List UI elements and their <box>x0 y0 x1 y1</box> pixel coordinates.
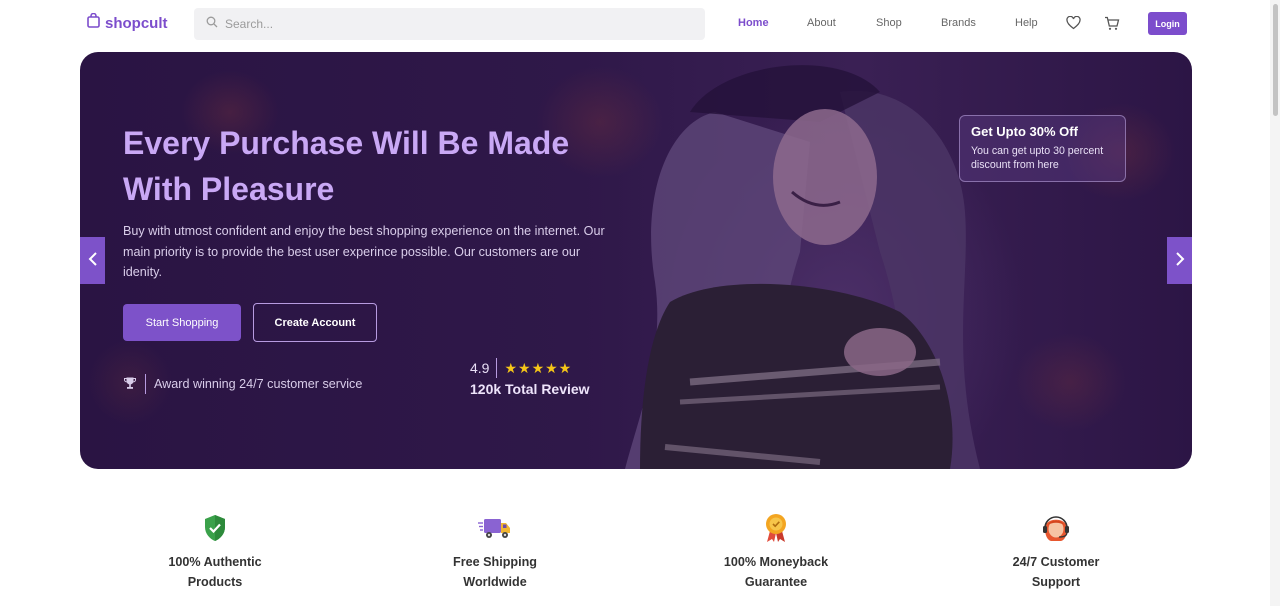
heart-icon[interactable] <box>1064 14 1082 32</box>
cart-icon[interactable] <box>1103 14 1121 32</box>
trophy-icon <box>123 376 137 393</box>
rating-summary: 4.9 ★★★★★ 120k Total Review <box>470 358 590 397</box>
feature-authentic: 100% Authentic Products <box>105 511 325 592</box>
feature-label-line2: Support <box>1031 574 1081 589</box>
start-shopping-button[interactable]: Start Shopping <box>123 304 241 341</box>
medal-icon <box>759 511 793 545</box>
scrollbar-thumb[interactable] <box>1273 4 1278 116</box>
brand-name: shopcult <box>105 14 168 32</box>
nav-brands-link[interactable]: Brands <box>941 17 976 29</box>
rating-total: 120k Total Review <box>470 381 590 397</box>
divider <box>496 358 498 378</box>
feature-label-line2: Worldwide <box>463 574 527 589</box>
chevron-right-icon <box>1175 251 1185 270</box>
feature-label-line1: 100% Moneyback <box>723 555 829 569</box>
search-input[interactable] <box>225 17 665 31</box>
feature-label-line2: Products <box>187 574 243 589</box>
feature-label-line1: 100% Authentic <box>168 555 262 569</box>
nav-help-link[interactable]: Help <box>1015 17 1038 29</box>
shopping-bag-icon <box>87 12 100 33</box>
hero-description: Buy with utmost confident and enjoy the … <box>123 224 605 279</box>
nav-shop-link[interactable]: Shop <box>876 17 902 29</box>
feature-label-line2: Guarantee <box>744 574 808 589</box>
nav-home-link[interactable]: Home <box>738 17 769 29</box>
page-scrollbar[interactable] <box>1270 0 1280 606</box>
chevron-left-icon <box>88 251 98 270</box>
divider <box>145 374 146 394</box>
brand-logo[interactable]: shopcult <box>87 12 168 33</box>
rating-stars: ★★★★★ <box>504 359 573 376</box>
search-bar[interactable] <box>194 8 705 40</box>
carousel-next-button[interactable] <box>1167 237 1192 284</box>
feature-shipping: Free Shipping Worldwide <box>385 511 605 592</box>
discount-text: You can get upto 30 percent discount fro… <box>971 145 1104 171</box>
discount-card[interactable]: Get Upto 30% Off You can get upto 30 per… <box>959 115 1126 182</box>
feature-label-line1: 24/7 Customer <box>1012 555 1100 569</box>
top-navbar: shopcult Home About Shop Brands Help Log… <box>0 0 1280 48</box>
support-agent-icon <box>1039 511 1073 545</box>
hero-title-line2: With Pleasure <box>123 171 335 207</box>
delivery-truck-icon <box>478 511 512 545</box>
award-badge: Award winning 24/7 customer service <box>123 374 362 394</box>
hero-title-line1: Every Purchase Will Be Made <box>123 125 570 161</box>
feature-label-line1: Free Shipping <box>453 555 537 569</box>
hero-title: Every Purchase Will Be Made With Pleasur… <box>123 120 643 212</box>
shield-check-icon <box>198 511 232 545</box>
discount-title: Get Upto 30% Off <box>971 124 1078 139</box>
create-account-button[interactable]: Create Account <box>253 303 377 342</box>
hero-banner: Every Purchase Will Be Made With Pleasur… <box>80 52 1192 469</box>
feature-moneyback: 100% Moneyback Guarantee <box>666 511 886 592</box>
award-text: Award winning 24/7 customer service <box>154 377 363 391</box>
login-button[interactable]: Login <box>1148 12 1187 35</box>
search-icon <box>206 15 218 33</box>
feature-support: 24/7 Customer Support <box>946 511 1166 592</box>
rating-value: 4.9 <box>470 360 490 376</box>
carousel-prev-button[interactable] <box>80 237 105 284</box>
nav-about-link[interactable]: About <box>807 17 836 29</box>
